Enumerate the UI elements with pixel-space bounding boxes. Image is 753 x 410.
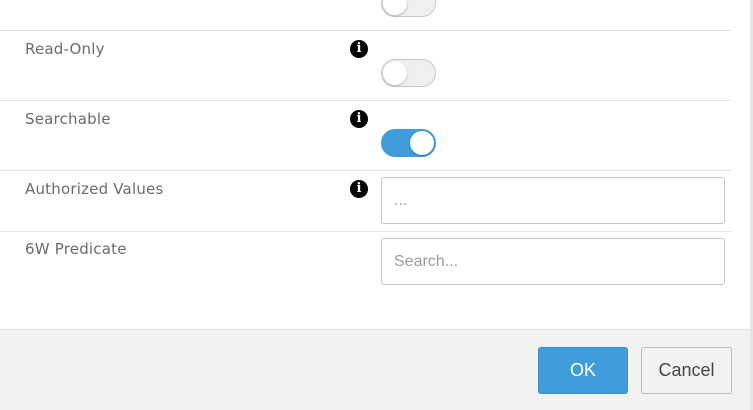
authorized-values-input[interactable] <box>381 177 725 224</box>
row-separator <box>0 30 731 31</box>
row-separator <box>0 100 731 101</box>
row-separator <box>0 231 731 232</box>
dialog: Read-Only i Searchable i Authorized Valu… <box>0 0 753 410</box>
6w-predicate-label: 6W Predicate <box>25 240 127 258</box>
searchable-label: Searchable <box>25 110 111 128</box>
searchable-toggle[interactable] <box>381 129 436 157</box>
ok-button[interactable]: OK <box>538 347 628 394</box>
read-only-toggle[interactable] <box>381 59 436 87</box>
6w-predicate-search-input[interactable] <box>381 238 725 285</box>
read-only-label: Read-Only <box>25 40 105 58</box>
toggle-previous-setting[interactable] <box>381 0 436 17</box>
cancel-button[interactable]: Cancel <box>641 347 732 394</box>
toggle-knob <box>383 0 407 15</box>
authorized-values-info-icon[interactable]: i <box>350 180 368 198</box>
row-separator <box>0 170 731 171</box>
read-only-info-icon[interactable]: i <box>350 40 368 58</box>
authorized-values-label: Authorized Values <box>25 180 164 198</box>
dialog-footer: OK Cancel <box>0 329 750 410</box>
toggle-knob <box>383 61 407 85</box>
searchable-info-icon[interactable]: i <box>350 110 368 128</box>
toggle-knob <box>410 131 434 155</box>
